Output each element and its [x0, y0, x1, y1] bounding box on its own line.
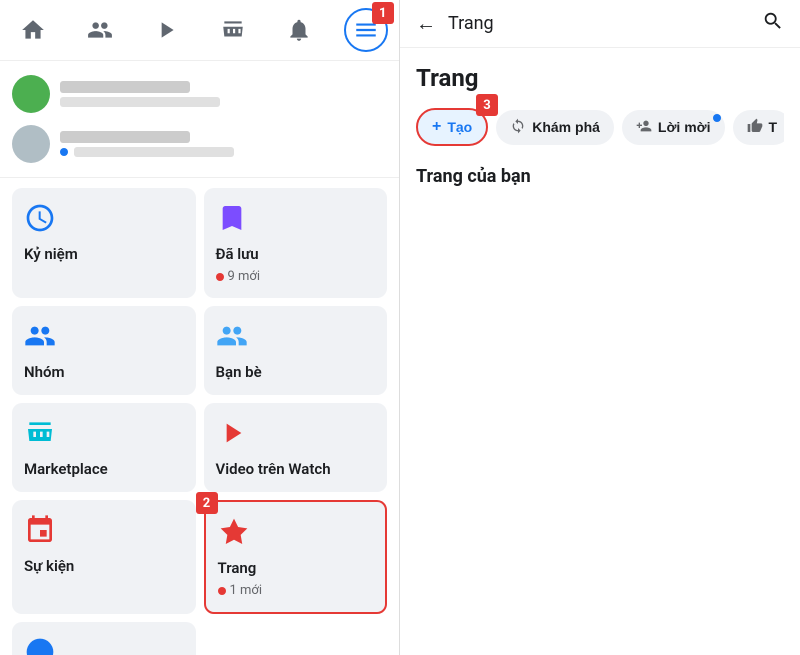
- video-watch-icon: [216, 417, 376, 454]
- thich-icon: [747, 118, 763, 137]
- right-content: Trang 3 + Tạo Khám phá: [400, 48, 800, 655]
- user-item-1[interactable]: [12, 69, 387, 119]
- video-watch-label: Video trên Watch: [216, 460, 376, 478]
- menu-item-nhom[interactable]: Nhóm: [12, 306, 196, 395]
- user-sub-row-2: [60, 147, 234, 157]
- top-nav: 1: [0, 0, 399, 61]
- trang-badge: 1 mới: [218, 583, 374, 598]
- tabs-row: + Tạo Khám phá Lời mời: [416, 108, 784, 146]
- da-luu-badge-text: 9 mới: [228, 269, 261, 284]
- trang-badge-dot: [218, 587, 226, 595]
- da-luu-icon: [216, 202, 376, 239]
- da-luu-badge-dot: [216, 273, 224, 281]
- menu-item-su-kien[interactable]: Sự kiện: [12, 500, 196, 614]
- kham-pha-label: Khám phá: [532, 119, 600, 135]
- user-info-2: [60, 131, 234, 157]
- ky-niem-icon: [24, 202, 184, 239]
- user-name-2: [60, 131, 190, 143]
- nhom-label: Nhóm: [24, 363, 184, 381]
- user-info-1: [60, 81, 220, 107]
- right-header: ← Trang: [400, 0, 800, 48]
- nhom-icon: [24, 320, 184, 357]
- search-button[interactable]: [762, 10, 784, 37]
- da-luu-badge: 9 mới: [216, 269, 376, 284]
- right-header-title: Trang: [448, 13, 750, 34]
- menu-item-video-watch[interactable]: Video trên Watch: [204, 403, 388, 492]
- ban-be-quanh-day-icon: [24, 636, 184, 655]
- step1-label: 1: [372, 2, 394, 24]
- menu-item-ban-be-quanh-day[interactable]: Bạn bè quanh đây: [12, 622, 196, 655]
- menu-item-trang[interactable]: 2 Trang 1 mới: [204, 500, 388, 614]
- ban-be-label: Bạn bè: [216, 363, 376, 381]
- nav-friends[interactable]: [78, 8, 122, 52]
- su-kien-icon: [24, 514, 184, 551]
- menu-item-ky-niem[interactable]: Kỷ niệm: [12, 188, 196, 298]
- loi-moi-dot: [713, 114, 721, 122]
- user-sub-1: [60, 97, 220, 107]
- menu-item-ban-be[interactable]: Bạn bè: [204, 306, 388, 395]
- tab-loi-moi[interactable]: Lời mời: [622, 110, 725, 145]
- trang-badge-text: 1 mới: [230, 583, 263, 598]
- nav-menu-wrapper: 1: [344, 8, 388, 52]
- step3-label: 3: [476, 94, 498, 116]
- ban-be-icon: [216, 320, 376, 357]
- tab-kham-pha[interactable]: Khám phá: [496, 110, 614, 145]
- da-luu-label: Đã lưu: [216, 245, 376, 263]
- avatar-2: [12, 125, 50, 163]
- nav-watch[interactable]: [144, 8, 188, 52]
- menu-item-marketplace[interactable]: Marketplace: [12, 403, 196, 492]
- nav-marketplace[interactable]: [211, 8, 255, 52]
- back-button[interactable]: ←: [416, 11, 436, 36]
- section-title: Trang của bạn: [416, 166, 784, 187]
- marketplace-icon: [24, 417, 184, 454]
- menu-grid: Kỷ niệm Đã lưu 9 mới Nhóm Bạn bè: [0, 178, 399, 655]
- loi-moi-icon: [636, 118, 652, 137]
- trang-icon: [218, 516, 374, 553]
- right-panel: ← Trang Trang 3 + Tạo Khám phá: [400, 0, 800, 655]
- user-sub-2: [74, 147, 234, 157]
- trang-label: Trang: [218, 559, 374, 577]
- user-name-1: [60, 81, 190, 93]
- marketplace-label: Marketplace: [24, 460, 184, 478]
- page-main-title: Trang: [416, 64, 784, 92]
- tabs-section: 3 + Tạo Khám phá: [416, 108, 784, 146]
- nav-home[interactable]: [11, 8, 55, 52]
- thich-label: T: [769, 119, 778, 135]
- tab-thich[interactable]: T: [733, 110, 785, 145]
- su-kien-label: Sự kiện: [24, 557, 184, 575]
- step2-label: 2: [196, 492, 218, 514]
- tao-icon: +: [432, 118, 441, 136]
- user-item-2[interactable]: [12, 119, 387, 169]
- blue-dot-user2: [60, 148, 68, 156]
- nav-notifications[interactable]: [277, 8, 321, 52]
- menu-item-da-luu[interactable]: Đã lưu 9 mới: [204, 188, 388, 298]
- tao-label: Tạo: [447, 119, 472, 135]
- ky-niem-label: Kỷ niệm: [24, 245, 184, 263]
- loi-moi-label: Lời mời: [658, 119, 711, 135]
- user-section: [0, 61, 399, 178]
- avatar-1: [12, 75, 50, 113]
- left-panel: 1 Kỷ n: [0, 0, 400, 655]
- kham-pha-icon: [510, 118, 526, 137]
